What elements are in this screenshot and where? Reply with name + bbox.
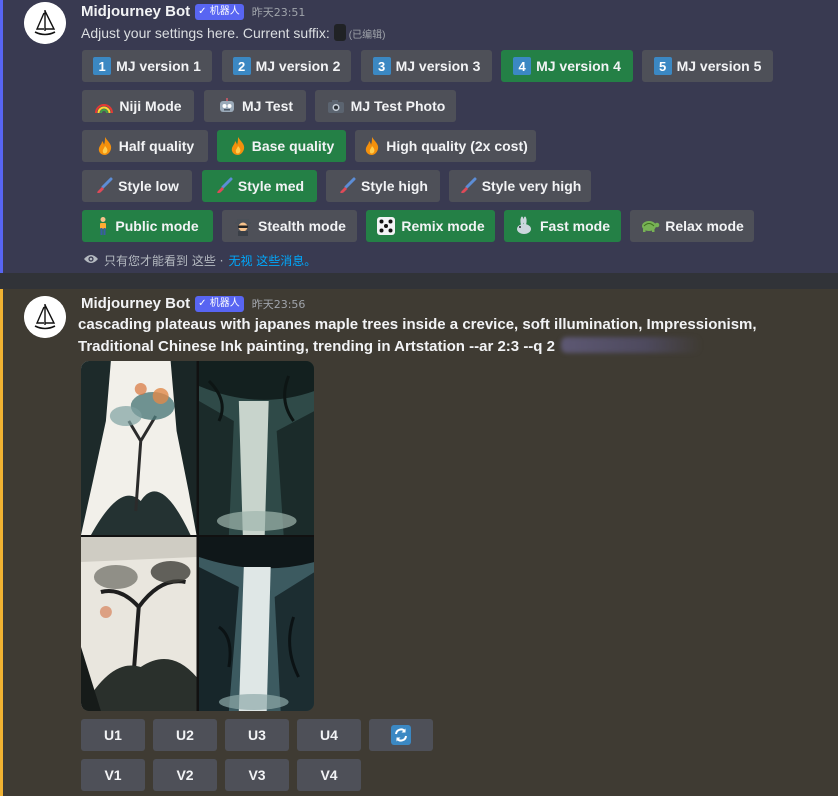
mj-version-4-button[interactable]: 4 MJ version 4 — [501, 50, 633, 82]
brush-icon — [95, 177, 113, 195]
redacted-mention — [560, 337, 701, 353]
image-tile-2[interactable] — [198, 361, 314, 535]
bot-avatar[interactable] — [24, 296, 66, 338]
keycap-3-icon: 3 — [372, 57, 391, 75]
dice-icon — [376, 216, 396, 236]
person-icon — [96, 216, 110, 236]
settings-message: Midjourney Bot ✓ 机器人 昨天23:51 Adjust your… — [0, 0, 838, 273]
variation-2-button[interactable]: V2 — [153, 759, 217, 791]
base-quality-button[interactable]: Base quality — [217, 130, 346, 162]
button-label: Half quality — [118, 138, 195, 154]
keycap-5-icon: 5 — [653, 57, 672, 75]
button-label: MJ version 2 — [255, 58, 341, 74]
message-timestamp[interactable]: 昨天23:51 — [252, 4, 306, 20]
button-label: Niji Mode — [119, 98, 182, 114]
upscale-2-button[interactable]: U2 — [153, 719, 217, 751]
mj-version-1-button[interactable]: 1 MJ version 1 — [82, 50, 212, 82]
settings-text: Adjust your settings here. Current suffi… — [81, 25, 330, 41]
button-label: Relax mode — [665, 218, 744, 234]
upscale-3-button[interactable]: U3 — [225, 719, 289, 751]
mj-version-2-button[interactable]: 2 MJ version 2 — [222, 50, 351, 82]
turtle-icon — [640, 218, 660, 234]
brush-icon — [338, 177, 356, 195]
button-label: MJ version 1 — [116, 58, 201, 74]
public-mode-button[interactable]: Public mode — [82, 210, 213, 242]
ephemeral-notice: 只有您才能看到 这些 · 无视 这些消息。 — [83, 252, 316, 269]
style-high-button[interactable]: Style high — [326, 170, 440, 202]
fire-icon — [96, 136, 114, 156]
relax-mode-button[interactable]: Relax mode — [630, 210, 754, 242]
button-label: Public mode — [115, 218, 199, 234]
remix-mode-button[interactable]: Remix mode — [366, 210, 495, 242]
message-timestamp[interactable]: 昨天23:56 — [252, 296, 306, 312]
brush-icon — [459, 177, 477, 195]
bot-badge: ✓ 机器人 — [195, 295, 244, 312]
keycap-4-icon: 4 — [513, 57, 532, 75]
mj-test-photo-button[interactable]: MJ Test Photo — [315, 90, 456, 122]
button-label: Style high — [361, 178, 428, 194]
button-label: Remix mode — [401, 218, 485, 234]
keycap-2-icon: 2 — [232, 57, 251, 75]
image-tile-1[interactable] — [81, 361, 197, 535]
button-label: MJ version 4 — [536, 58, 621, 74]
button-label: Stealth mode — [258, 218, 346, 234]
reroll-button[interactable] — [369, 719, 433, 751]
button-label: Base quality — [251, 138, 335, 154]
stealth-mode-button[interactable]: Stealth mode — [222, 210, 357, 242]
settings-text-line: Adjust your settings here. Current suffi… — [81, 24, 385, 41]
robot-icon — [217, 96, 237, 116]
button-label: MJ Test Photo — [350, 98, 446, 114]
eye-icon — [83, 253, 99, 268]
style-low-button[interactable]: Style low — [82, 170, 192, 202]
image-tile-4[interactable] — [198, 537, 314, 711]
button-label: Style very high — [481, 178, 582, 194]
mj-test-button[interactable]: MJ Test — [204, 90, 306, 122]
bot-avatar[interactable] — [24, 2, 66, 44]
mj-version-5-button[interactable]: 5 MJ version 5 — [642, 50, 773, 82]
button-label: MJ version 5 — [676, 58, 762, 74]
mj-version-3-button[interactable]: 3 MJ version 3 — [361, 50, 492, 82]
button-label: MJ Test — [241, 98, 294, 114]
brush-icon — [215, 177, 233, 195]
suffix-value — [333, 24, 346, 41]
button-label: High quality (2x cost) — [386, 138, 528, 154]
half-quality-button[interactable]: Half quality — [82, 130, 208, 162]
button-label: MJ version 3 — [395, 58, 481, 74]
button-label: Fast mode — [539, 218, 610, 234]
button-label: Style low — [118, 178, 179, 194]
rainbow-icon — [94, 98, 114, 114]
dismiss-message-link[interactable]: 无视 这些消息。 — [228, 252, 316, 269]
fire-icon — [229, 136, 247, 156]
variation-3-button[interactable]: V3 — [225, 759, 289, 791]
fire-icon — [363, 136, 381, 156]
prompt-text-block: cascading plateaus with japanes maple tr… — [78, 314, 830, 358]
bot-username[interactable]: Midjourney Bot — [81, 3, 190, 20]
edited-label: (已编辑) — [348, 30, 386, 41]
spy-icon — [233, 216, 253, 236]
style-med-button[interactable]: Style med — [202, 170, 317, 202]
bot-badge: ✓ 机器人 — [195, 3, 244, 20]
camera-icon — [326, 97, 346, 115]
variation-1-button[interactable]: V1 — [81, 759, 145, 791]
bot-username[interactable]: Midjourney Bot — [81, 295, 190, 312]
refresh-icon — [391, 725, 411, 745]
upscale-4-button[interactable]: U4 — [297, 719, 361, 751]
image-tile-3[interactable] — [81, 537, 197, 711]
keycap-1-icon: 1 — [93, 57, 112, 75]
button-label: Style med — [237, 178, 305, 194]
high-quality-button[interactable]: High quality (2x cost) — [355, 130, 536, 162]
variation-4-button[interactable]: V4 — [297, 759, 361, 791]
image-grid[interactable] — [81, 361, 314, 711]
niji-mode-button[interactable]: Niji Mode — [82, 90, 194, 122]
style-very-high-button[interactable]: Style very high — [449, 170, 591, 202]
rabbit-icon — [515, 216, 535, 236]
fast-mode-button[interactable]: Fast mode — [504, 210, 621, 242]
ephemeral-text: 只有您才能看到 这些 · — [104, 254, 224, 268]
upscale-1-button[interactable]: U1 — [81, 719, 145, 751]
